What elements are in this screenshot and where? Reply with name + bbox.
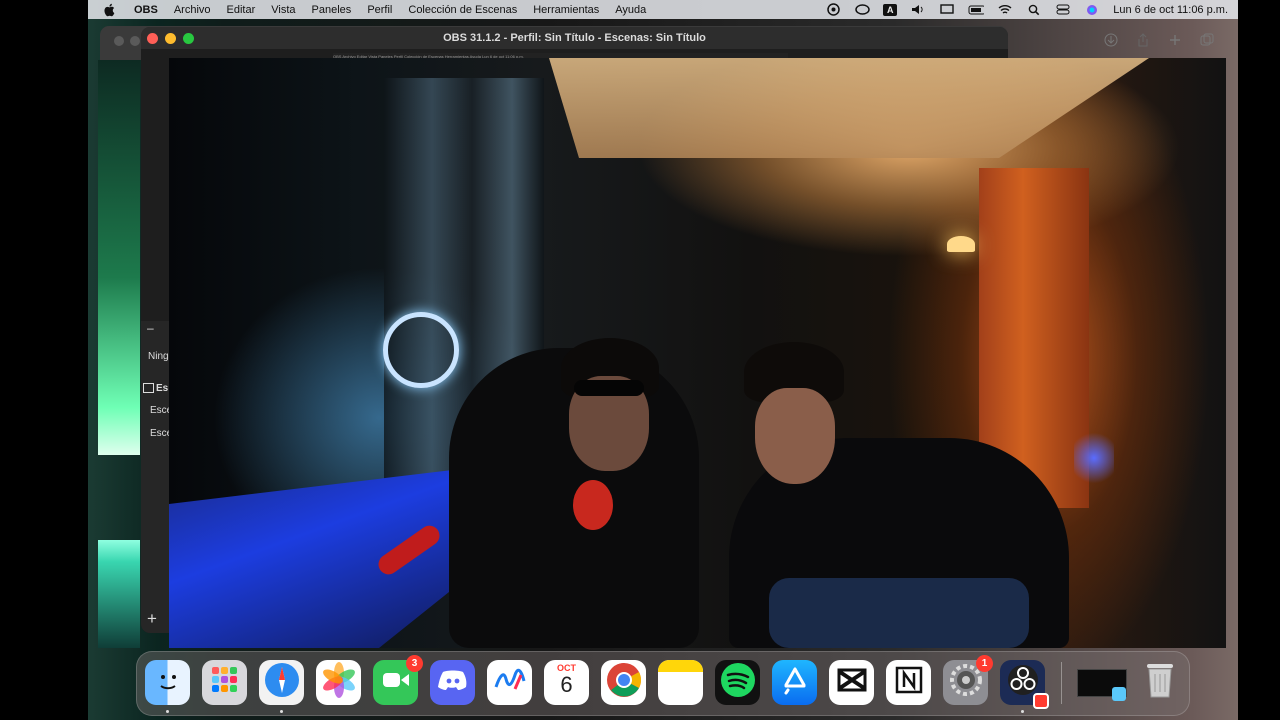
menu-editar[interactable]: Editar [219, 4, 264, 16]
panel-minus-button[interactable]: – [147, 321, 154, 335]
dock-safari[interactable] [259, 660, 304, 713]
spotlight-search-icon[interactable] [1026, 4, 1042, 16]
wifi-icon[interactable] [997, 4, 1013, 16]
share-icon[interactable] [1136, 32, 1150, 52]
menu-coleccion-escenas[interactable]: Colección de Escenas [400, 4, 525, 16]
running-indicator [166, 710, 169, 713]
scenes-panel: – Ning Es Esce Esce + [141, 321, 172, 633]
notification-badge: 1 [976, 655, 993, 672]
dock-photos[interactable] [316, 660, 361, 705]
recording-indicator-icon [1033, 693, 1049, 709]
dock-minimized-window[interactable] [1074, 660, 1130, 705]
trash-icon [1143, 660, 1177, 706]
chrome-icon [605, 661, 643, 705]
launchpad-icon [210, 665, 240, 701]
wallpaper-cyan-glow [98, 540, 140, 648]
obs-window-title: OBS 31.1.2 - Perfil: Sin Título - Escena… [141, 27, 1008, 49]
dock-finder[interactable] [145, 660, 190, 713]
add-scene-button[interactable]: + [147, 609, 157, 629]
notes-icon [658, 660, 703, 672]
input-source-indicator[interactable]: A [883, 3, 898, 16]
scenes-header: Es [143, 383, 168, 394]
dock-trash[interactable] [1137, 660, 1182, 705]
photos-icon [321, 661, 357, 704]
no-selection-label: Ning [148, 351, 169, 362]
webcam-preview[interactable] [169, 58, 1226, 648]
scenes-header-label: Es [156, 383, 169, 394]
apple-menu-icon[interactable] [102, 3, 116, 17]
running-indicator [280, 710, 283, 713]
dock-system-settings[interactable]: 1 [943, 655, 993, 705]
dock-notes[interactable] [658, 660, 703, 705]
dock-launchpad[interactable] [202, 660, 247, 705]
app-store-icon [780, 665, 810, 701]
new-tab-icon[interactable] [1168, 33, 1182, 52]
dock-app-store[interactable] [772, 660, 817, 705]
wallpaper-green-glow [98, 60, 140, 455]
safari-icon [263, 661, 301, 705]
preview-shirt-graphic [573, 480, 613, 530]
background-window-toolbar [1104, 28, 1224, 56]
menu-app-name[interactable]: OBS [126, 4, 166, 16]
dock-separator [1061, 662, 1062, 704]
dock-facetime[interactable]: 3 [373, 655, 423, 705]
capcut-icon [837, 667, 867, 699]
dock-notion[interactable] [886, 660, 931, 705]
menu-bar: OBS Archivo Editar Vista Paneles Perfil … [88, 0, 1238, 19]
volume-icon[interactable] [910, 4, 926, 16]
close-button[interactable] [147, 33, 158, 44]
preview-person-right-face [755, 388, 835, 484]
menu-ayuda[interactable]: Ayuda [607, 4, 654, 16]
freeform-icon [493, 665, 527, 701]
creative-cloud-icon[interactable] [854, 4, 870, 16]
calendar-day: 6 [560, 672, 573, 697]
dock-chrome[interactable] [601, 660, 646, 705]
dock: 3 OCT 6 1 [136, 651, 1190, 716]
scenes-dock-icon [143, 383, 154, 394]
preview-jeans [769, 578, 1029, 648]
preview-lamp [947, 236, 975, 252]
preview-desk [169, 468, 469, 648]
menu-paneles[interactable]: Paneles [304, 4, 360, 16]
dock-capcut[interactable] [829, 660, 874, 705]
facetime-icon [381, 669, 411, 697]
right-letterbox [1238, 0, 1280, 720]
control-center-icon[interactable] [1055, 4, 1071, 16]
tab-overview-icon[interactable] [1200, 33, 1214, 52]
dock-discord[interactable] [430, 660, 475, 705]
menu-herramientas[interactable]: Herramientas [525, 4, 607, 16]
finder-badge-icon [1112, 687, 1126, 701]
menu-archivo[interactable]: Archivo [166, 4, 219, 16]
preview-blue-light [1074, 428, 1114, 488]
dock-freeform[interactable] [487, 660, 532, 705]
menu-vista[interactable]: Vista [263, 4, 303, 16]
notification-badge: 3 [406, 655, 423, 672]
minimize-button[interactable] [165, 33, 176, 44]
notion-icon [894, 665, 924, 701]
obs-status-icon[interactable] [825, 3, 841, 16]
left-letterbox [0, 0, 88, 720]
dock-spotify[interactable] [715, 660, 760, 705]
window-controls [147, 33, 194, 44]
preview-sunglasses [574, 380, 644, 396]
download-icon[interactable] [1104, 33, 1118, 52]
zoom-button[interactable] [183, 33, 194, 44]
discord-icon [437, 668, 468, 698]
battery-icon[interactable] [968, 4, 985, 16]
running-indicator [1021, 710, 1024, 713]
preview-ring-light [383, 312, 459, 388]
dock-calendar[interactable]: OCT 6 [544, 660, 589, 705]
dock-obs[interactable] [1000, 660, 1049, 713]
siri-icon[interactable] [1084, 4, 1100, 16]
menu-clock[interactable]: Lun 6 de oct 11:06 p.m. [1113, 4, 1228, 16]
finder-icon [153, 665, 183, 701]
menu-perfil[interactable]: Perfil [359, 4, 400, 16]
screen-mirroring-icon[interactable] [939, 4, 955, 16]
spotify-icon [720, 662, 756, 704]
preview-ceiling [549, 58, 1149, 158]
